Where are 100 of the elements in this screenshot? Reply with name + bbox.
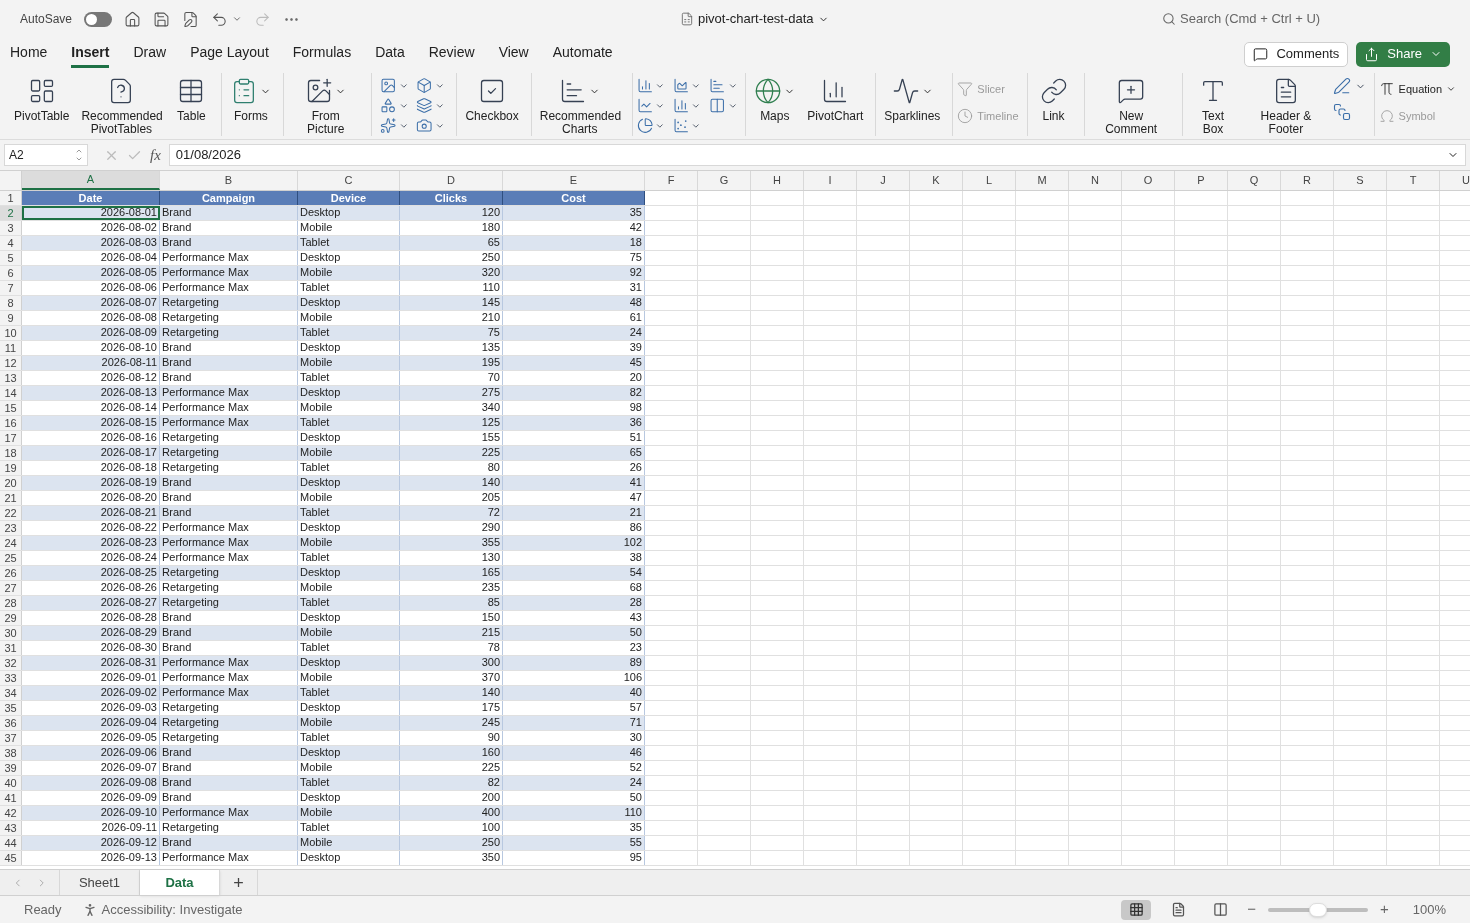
- ribbon-button[interactable]: New Comment: [1088, 73, 1174, 136]
- row-number[interactable]: 8: [0, 296, 22, 310]
- ribbon-tab[interactable]: Insert: [71, 40, 110, 68]
- column-header[interactable]: P: [1175, 171, 1228, 190]
- ribbon-tab[interactable]: Home: [10, 40, 48, 68]
- ribbon-dropdown-button[interactable]: [380, 117, 409, 134]
- row-number[interactable]: 33: [0, 671, 22, 685]
- row-number[interactable]: 35: [0, 701, 22, 715]
- save-icon[interactable]: [153, 10, 171, 28]
- row-number[interactable]: 24: [0, 536, 22, 550]
- ribbon-button[interactable]: Recommended Charts: [535, 73, 624, 136]
- ribbon-button[interactable]: Equation: [1378, 81, 1456, 98]
- ribbon-dropdown-button[interactable]: [672, 97, 702, 114]
- ribbon-dropdown-button[interactable]: [416, 117, 445, 134]
- row-number[interactable]: 2: [0, 206, 22, 220]
- row-number[interactable]: 9: [0, 311, 22, 325]
- ribbon-button[interactable]: Checkbox: [461, 73, 523, 123]
- ribbon-dropdown-button[interactable]: [416, 97, 445, 114]
- ribbon-button[interactable]: Text Box: [1186, 73, 1240, 136]
- column-header[interactable]: G: [698, 171, 751, 190]
- ribbon-dropdown-button[interactable]: [709, 77, 738, 94]
- column-header[interactable]: K: [910, 171, 963, 190]
- row-number[interactable]: 45: [0, 851, 22, 865]
- row-number[interactable]: 26: [0, 566, 22, 580]
- comments-button[interactable]: Comments: [1244, 41, 1349, 67]
- column-header[interactable]: R: [1281, 171, 1334, 190]
- ribbon-tab[interactable]: Formulas: [292, 40, 352, 68]
- ribbon-tab[interactable]: Review: [428, 40, 475, 68]
- column-header[interactable]: Q: [1228, 171, 1281, 190]
- column-header[interactable]: N: [1069, 171, 1122, 190]
- row-number[interactable]: 43: [0, 821, 22, 835]
- ribbon-dropdown-button[interactable]: [380, 97, 409, 114]
- row-number[interactable]: 5: [0, 251, 22, 265]
- search-field[interactable]: Search (Cmd + Ctrl + U): [1162, 9, 1350, 29]
- column-header[interactable]: T: [1387, 171, 1440, 190]
- document-title[interactable]: pivot-chart-test-data: [698, 9, 829, 29]
- row-number[interactable]: 30: [0, 626, 22, 640]
- autosave-toggle[interactable]: [84, 11, 113, 27]
- column-header[interactable]: E: [503, 171, 645, 190]
- row-number[interactable]: 3: [0, 221, 22, 235]
- row-number[interactable]: 40: [0, 776, 22, 790]
- ribbon-button[interactable]: Recommended PivotTables: [77, 73, 166, 136]
- column-header[interactable]: B: [160, 171, 298, 190]
- row-number[interactable]: 11: [0, 341, 22, 355]
- row-number[interactable]: 21: [0, 491, 22, 505]
- row-number[interactable]: 42: [0, 806, 22, 820]
- ribbon-button[interactable]: Header & Footer: [1243, 73, 1329, 136]
- row-number[interactable]: 7: [0, 281, 22, 295]
- formula-field[interactable]: 01/08/2026: [168, 144, 1466, 166]
- row-number[interactable]: 34: [0, 686, 22, 700]
- row-number[interactable]: 4: [0, 236, 22, 250]
- column-header[interactable]: A: [22, 171, 160, 190]
- row-number[interactable]: 23: [0, 521, 22, 535]
- ribbon-tab[interactable]: Draw: [133, 40, 167, 68]
- share-button[interactable]: Share: [1356, 41, 1450, 67]
- column-header[interactable]: F: [645, 171, 698, 190]
- ribbon-button[interactable]: Table: [169, 73, 214, 123]
- ribbon-button[interactable]: PivotTable: [10, 73, 74, 123]
- slider-thumb[interactable]: [1309, 902, 1327, 917]
- column-header[interactable]: U: [1440, 171, 1470, 190]
- name-box[interactable]: A2: [4, 144, 88, 166]
- column-header[interactable]: S: [1334, 171, 1387, 190]
- row-number[interactable]: 22: [0, 506, 22, 520]
- row-number[interactable]: 27: [0, 581, 22, 595]
- save-as-icon[interactable]: [182, 10, 200, 28]
- ribbon-button[interactable]: Link: [1031, 73, 1076, 123]
- ribbon-dropdown-button[interactable]: [636, 117, 665, 134]
- row-number[interactable]: 19: [0, 461, 22, 475]
- column-header[interactable]: J: [857, 171, 910, 190]
- ribbon-button[interactable]: PivotChart: [803, 73, 868, 123]
- column-header[interactable]: L: [963, 171, 1016, 190]
- zoom-out-button[interactable]: −: [1247, 898, 1256, 921]
- row-number[interactable]: 17: [0, 431, 22, 445]
- row-number[interactable]: 29: [0, 611, 22, 625]
- column-header[interactable]: D: [400, 171, 503, 190]
- ribbon-button[interactable]: From Picture: [288, 73, 364, 136]
- column-header[interactable]: I: [804, 171, 857, 190]
- row-number[interactable]: 16: [0, 416, 22, 430]
- ribbon-button[interactable]: Sparklines: [880, 73, 945, 123]
- row-number[interactable]: 37: [0, 731, 22, 745]
- undo-icon[interactable]: [211, 10, 229, 28]
- row-number[interactable]: 36: [0, 716, 22, 730]
- row-number[interactable]: 12: [0, 356, 22, 370]
- row-number[interactable]: 44: [0, 836, 22, 850]
- object-icon[interactable]: [1332, 103, 1351, 121]
- stepper-icon[interactable]: [75, 147, 83, 163]
- row-number[interactable]: 38: [0, 746, 22, 760]
- row-number[interactable]: 20: [0, 476, 22, 490]
- row-number[interactable]: 39: [0, 761, 22, 775]
- column-header[interactable]: C: [298, 171, 400, 190]
- insert-function-button[interactable]: fx: [150, 143, 161, 167]
- row-number[interactable]: 41: [0, 791, 22, 805]
- ribbon-dropdown-button[interactable]: [416, 77, 445, 94]
- home-icon[interactable]: [124, 10, 142, 28]
- ribbon-tab[interactable]: View: [498, 40, 529, 68]
- zoom-in-button[interactable]: +: [1380, 898, 1389, 921]
- row-number[interactable]: 25: [0, 551, 22, 565]
- ribbon-tab[interactable]: Data: [375, 40, 405, 68]
- ribbon-dropdown-button[interactable]: [636, 77, 665, 94]
- pen-icon[interactable]: [1332, 77, 1351, 95]
